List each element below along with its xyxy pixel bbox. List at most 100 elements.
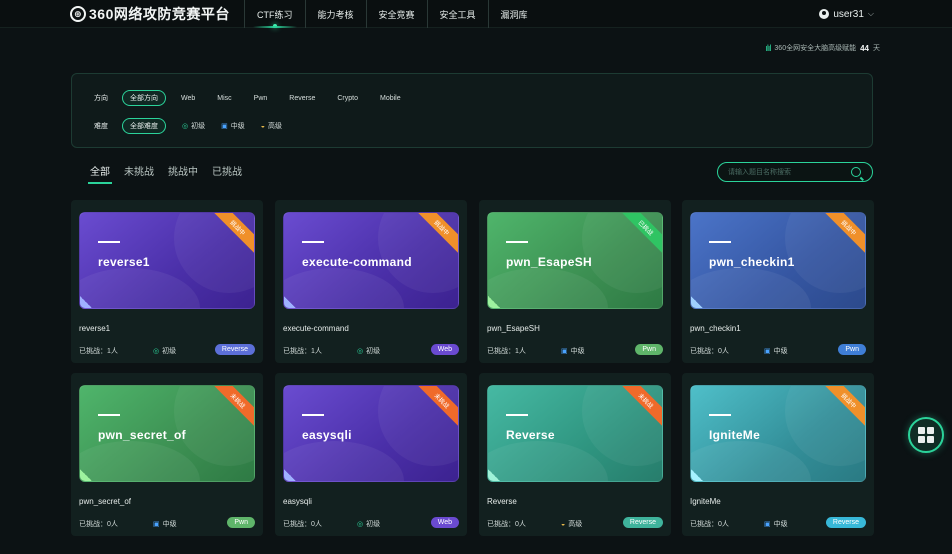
category-tag: Reverse <box>825 517 866 528</box>
search-icon[interactable] <box>851 167 861 177</box>
status-ribbon-label: 已挑战 <box>622 213 662 253</box>
search-input[interactable] <box>728 166 848 179</box>
card-thumbnail: reverse1 挑战中 <box>79 212 255 309</box>
challenge-card[interactable]: IgniteMe 挑战中 IgniteMe 已挑战：0人 ▣ 中级 Reverse <box>682 373 874 536</box>
direction-all[interactable]: 全部方向 <box>122 90 166 106</box>
title-dash <box>98 241 120 243</box>
tab-challenged[interactable]: 已挑战 <box>212 163 242 178</box>
category-tag: Reverse <box>214 344 255 355</box>
logo-icon: ⊕ <box>70 6 86 22</box>
direction-mobile[interactable]: Mobile <box>373 93 408 104</box>
tab-not-challenged[interactable]: 未挑战 <box>124 163 154 178</box>
difficulty-hard[interactable]: ◒ 高级 <box>261 121 282 131</box>
direction-filter: 方向 全部方向 Web Misc Pwn Reverse Crypto Mobi… <box>94 90 408 106</box>
card-thumbnail: pwn_checkin1 挑战中 <box>690 212 866 309</box>
difficulty-easy[interactable]: ◎ 初级 <box>182 121 205 131</box>
card-name: reverse1 <box>79 324 111 333</box>
easy-level-icon: ◎ <box>357 348 364 355</box>
chevron-down-icon: ⌵ <box>867 9 874 18</box>
title-dash <box>506 414 528 416</box>
challenge-card[interactable]: pwn_checkin1 挑战中 pwn_checkin1 已挑战：0人 ▣ 中级… <box>682 200 874 363</box>
grid-menu-button[interactable] <box>908 417 944 453</box>
direction-reverse[interactable]: Reverse <box>282 93 322 104</box>
card-level: ◎ 初级 <box>357 519 380 529</box>
challenge-card[interactable]: execute-command 挑战中 execute-command 已挑战：… <box>275 200 467 363</box>
card-level-label: 中级 <box>773 348 788 355</box>
title-dash <box>98 414 120 416</box>
status-ribbon: 挑战中 <box>214 213 254 253</box>
hard-level-icon: ◒ <box>561 520 566 528</box>
hard-level-icon: ◒ <box>260 122 265 130</box>
signal-icon: ılıl <box>765 43 771 53</box>
nav-ability-test[interactable]: 能力考核 <box>304 0 366 28</box>
top-nav-bar: ⊕ 360网络攻防竞赛平台 CTF练习 能力考核 安全竞赛 安全工具 漏洞库 u… <box>0 0 952 28</box>
challenge-card[interactable]: pwn_secret_of 未挑战 pwn_secret_of 已挑战：0人 ▣… <box>71 373 263 536</box>
card-thumbnail: Reverse 未挑战 <box>487 385 663 482</box>
challenged-count: 已挑战：0人 <box>487 521 526 528</box>
difficulty-medium[interactable]: ▣ 中级 <box>221 121 245 131</box>
days-count: 44 <box>860 43 869 53</box>
challenge-card[interactable]: reverse1 挑战中 reverse1 已挑战：1人 ◎ 初级 Reverse <box>71 200 263 363</box>
nav-security-contest[interactable]: 安全竞赛 <box>365 0 427 28</box>
challenged-count: 已挑战：0人 <box>690 348 729 355</box>
title-dash <box>302 414 324 416</box>
card-level-label: 高级 <box>568 521 583 528</box>
status-ribbon: 未挑战 <box>214 386 254 426</box>
card-thumbnail: execute-command 挑战中 <box>283 212 459 309</box>
status-ribbon-label: 挑战中 <box>418 213 458 253</box>
category-tag: Reverse <box>622 517 663 528</box>
direction-pwn[interactable]: Pwn <box>247 93 275 104</box>
tab-all[interactable]: 全部 <box>88 163 112 184</box>
card-level-label: 初级 <box>366 348 381 355</box>
corner-mark <box>488 296 500 308</box>
status-ribbon: 已挑战 <box>622 213 662 253</box>
main-nav: CTF练习 能力考核 安全竞赛 安全工具 漏洞库 <box>244 0 540 28</box>
nav-security-tools[interactable]: 安全工具 <box>426 0 488 28</box>
logo-text: 360网络攻防竞赛平台 <box>89 6 230 22</box>
username: user31 <box>833 8 864 20</box>
status-ribbon-label: 挑战中 <box>214 213 254 253</box>
card-name: easysqli <box>283 497 312 506</box>
challenge-card[interactable]: pwn_EsapeSH 已挑战 pwn_EsapeSH 已挑战：1人 ▣ 中级 P… <box>479 200 671 363</box>
corner-mark <box>80 296 92 308</box>
card-name: pwn_secret_of <box>79 497 132 506</box>
medium-level-icon: ▣ <box>153 521 160 528</box>
challenged-count: 已挑战：1人 <box>79 348 118 355</box>
category-tag: Pwn <box>838 344 866 355</box>
card-thumbnail: pwn_secret_of 未挑战 <box>79 385 255 482</box>
category-tag: Web <box>430 344 459 355</box>
nav-ctf-practice[interactable]: CTF练习 <box>244 0 305 28</box>
status-ribbon: 未挑战 <box>622 386 662 426</box>
status-ribbon-label: 挑战中 <box>825 213 865 253</box>
direction-crypto[interactable]: Crypto <box>330 93 365 104</box>
category-tag: Web <box>430 517 459 528</box>
direction-misc[interactable]: Misc <box>210 93 238 104</box>
card-thumb-title: pwn_checkin1 <box>709 255 795 269</box>
card-name: pwn_EsapeSH <box>487 324 540 333</box>
challenged-count: 已挑战：1人 <box>487 348 526 355</box>
user-icon <box>819 9 830 19</box>
challenge-card[interactable]: easysqli 未挑战 easysqli 已挑战：0人 ◎ 初级 Web <box>275 373 467 536</box>
title-dash <box>709 414 731 416</box>
nav-vuln-library[interactable]: 漏洞库 <box>487 0 540 28</box>
corner-mark <box>284 296 296 308</box>
card-thumbnail: IgniteMe 挑战中 <box>690 385 866 482</box>
difficulty-hard-label: 高级 <box>267 123 282 130</box>
status-ribbon-label: 未挑战 <box>622 386 662 426</box>
grid-icon <box>918 427 934 443</box>
user-menu[interactable]: user31 ⌵ <box>819 0 874 28</box>
empowerment-days: ılıl 360全网安全大脑高级赋能 44 天 <box>765 43 880 53</box>
category-tag: Pwn <box>227 517 255 528</box>
status-ribbon: 挑战中 <box>418 213 458 253</box>
status-ribbon-label: 挑战中 <box>825 386 865 426</box>
challenge-card[interactable]: Reverse 未挑战 Reverse 已挑战：0人 ◒ 高级 Reverse <box>479 373 671 536</box>
logo[interactable]: ⊕ 360网络攻防竞赛平台 <box>70 4 230 24</box>
direction-web[interactable]: Web <box>174 93 202 104</box>
card-name: pwn_checkin1 <box>690 324 741 333</box>
card-level: ◎ 初级 <box>153 346 176 356</box>
tab-in-progress[interactable]: 挑战中 <box>168 163 198 178</box>
card-thumb-title: pwn_secret_of <box>98 428 186 442</box>
card-level: ◎ 初级 <box>357 346 380 356</box>
corner-mark <box>488 469 500 481</box>
difficulty-all[interactable]: 全部难度 <box>122 118 166 134</box>
